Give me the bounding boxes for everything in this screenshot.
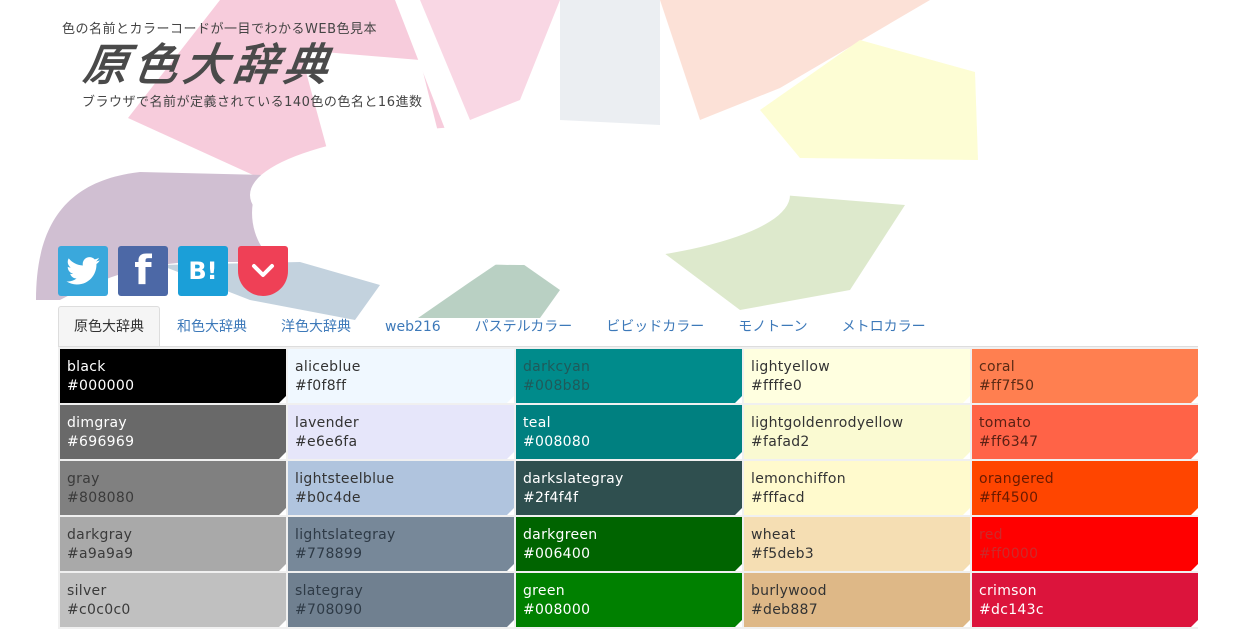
color-swatch-black[interactable]: black #000000 [60,349,286,403]
color-name: lemonchiffon [751,471,846,487]
color-name: slategray [295,583,364,599]
site-subtitle: ブラウザで名前が定義されている140色の色名と16進数 [82,95,423,110]
color-grid-panel: black #000000 aliceblue #f0f8ff darkcyan #008… [58,346,1198,629]
pocket-save-button[interactable] [238,246,288,296]
color-name: tomato [979,415,1032,431]
color-hex-code: #008080 [523,434,591,450]
hatena-icon: B! [188,257,218,285]
color-swatch-aliceblue[interactable]: aliceblue #f0f8ff [288,349,514,403]
color-name: orangered [979,471,1054,487]
social-share-bar: f B! [58,246,288,296]
color-hex-code: #f0f8ff [295,378,347,394]
color-hex-code: #ff6347 [979,434,1039,450]
color-name: silver [67,583,107,599]
site-header: 色の名前とカラーコードが一目でわかるWEB色見本 原色大辞典 ブラウザで名前が定… [62,18,422,110]
color-name: black [67,359,106,375]
color-hex-code: #2f4f4f [523,490,579,506]
color-name: gray [67,471,100,487]
color-swatch-green[interactable]: green #008000 [516,573,742,627]
tab-genshoku[interactable]: 原色大辞典 [58,306,160,347]
color-name: burlywood [751,583,827,599]
color-hex-code: #008b8b [523,378,591,394]
color-hex-code: #ff7f50 [979,378,1035,394]
color-name: darkslategray [523,471,624,487]
color-swatch-darkgray[interactable]: darkgray #a9a9a9 [60,517,286,571]
tab-youshoku[interactable]: 洋色大辞典 [264,307,368,347]
color-swatch-lightsteelblue[interactable]: lightsteelblue #b0c4de [288,461,514,515]
color-hex-code: #ff4500 [979,490,1039,506]
color-swatch-lemonchiffon[interactable]: lemonchiffon #fffacd [744,461,970,515]
facebook-share-button[interactable]: f [118,246,168,296]
hatena-bookmark-button[interactable]: B! [178,246,228,296]
tab-monotone[interactable]: モノトーン [721,307,824,347]
color-hex-code: #deb887 [751,602,818,618]
color-name: darkcyan [523,359,591,375]
color-swatch-crimson[interactable]: crimson #dc143c [972,573,1198,627]
color-swatch-darkcyan[interactable]: darkcyan #008b8b [516,349,742,403]
color-swatch-dimgray[interactable]: dimgray #696969 [60,405,286,459]
color-swatch-lightgoldenrodyellow[interactable]: lightgoldenrodyellow #fafad2 [744,405,970,459]
color-hex-code: #008000 [523,602,591,618]
color-name: green [523,583,565,599]
color-name: lightgoldenrodyellow [751,415,904,431]
color-name: wheat [751,527,796,543]
color-swatch-lavender[interactable]: lavender #e6e6fa [288,405,514,459]
color-swatch-silver[interactable]: silver #c0c0c0 [60,573,286,627]
color-swatch-slategray[interactable]: slategray #708090 [288,573,514,627]
color-hex-code: #696969 [67,434,135,450]
palette-tabs: 原色大辞典 和色大辞典 洋色大辞典 web216 パステルカラー ビビッドカラー… [58,306,943,347]
color-name: lavender [295,415,359,431]
color-name: teal [523,415,551,431]
color-grid: black #000000 aliceblue #f0f8ff darkcyan #008… [58,347,1198,627]
color-name: red [979,527,1003,543]
color-swatch-lightyellow[interactable]: lightyellow #ffffe0 [744,349,970,403]
color-swatch-wheat[interactable]: wheat #f5deb3 [744,517,970,571]
color-hex-code: #ffffe0 [751,378,803,394]
tab-washoku[interactable]: 和色大辞典 [160,307,264,347]
color-hex-code: #c0c0c0 [67,602,131,618]
site-tagline: 色の名前とカラーコードが一目でわかるWEB色見本 [62,22,377,37]
twitter-icon [66,257,100,285]
color-name: coral [979,359,1015,375]
color-hex-code: #006400 [523,546,591,562]
color-swatch-burlywood[interactable]: burlywood #deb887 [744,573,970,627]
color-hex-code: #000000 [67,378,135,394]
color-name: darkgray [67,527,133,543]
site-logo[interactable]: 原色大辞典 [80,40,426,91]
color-hex-code: #f5deb3 [751,546,814,562]
color-swatch-tomato[interactable]: tomato #ff6347 [972,405,1198,459]
color-hex-code: #e6e6fa [295,434,358,450]
color-swatch-red[interactable]: red #ff0000 [972,517,1198,571]
color-swatch-teal[interactable]: teal #008080 [516,405,742,459]
color-hex-code: #b0c4de [295,490,361,506]
color-hex-code: #ff0000 [979,546,1039,562]
color-name: lightyellow [751,359,831,375]
twitter-share-button[interactable] [58,246,108,296]
color-hex-code: #808080 [67,490,135,506]
tab-metro[interactable]: メトロカラー [825,307,943,347]
color-hex-code: #a9a9a9 [67,546,134,562]
color-name: lightslategray [295,527,396,543]
color-swatch-gray[interactable]: gray #808080 [60,461,286,515]
color-name: dimgray [67,415,128,431]
tab-web216[interactable]: web216 [368,307,458,347]
color-hex-code: #fffacd [751,490,805,506]
color-swatch-darkslategray[interactable]: darkslategray #2f4f4f [516,461,742,515]
tab-vivid[interactable]: ビビッドカラー [589,307,721,347]
color-swatch-orangered[interactable]: orangered #ff4500 [972,461,1198,515]
color-hex-code: #dc143c [979,602,1044,618]
pocket-icon [252,264,274,277]
color-name: lightsteelblue [295,471,395,487]
facebook-icon: f [134,248,152,294]
color-name: crimson [979,583,1037,599]
color-name: darkgreen [523,527,598,543]
color-hex-code: #fafad2 [751,434,810,450]
color-swatch-lightslategray[interactable]: lightslategray #778899 [288,517,514,571]
color-hex-code: #778899 [295,546,363,562]
color-name: aliceblue [295,359,361,375]
color-hex-code: #708090 [295,602,363,618]
color-swatch-darkgreen[interactable]: darkgreen #006400 [516,517,742,571]
tab-pastel[interactable]: パステルカラー [458,307,590,347]
color-swatch-coral[interactable]: coral #ff7f50 [972,349,1198,403]
